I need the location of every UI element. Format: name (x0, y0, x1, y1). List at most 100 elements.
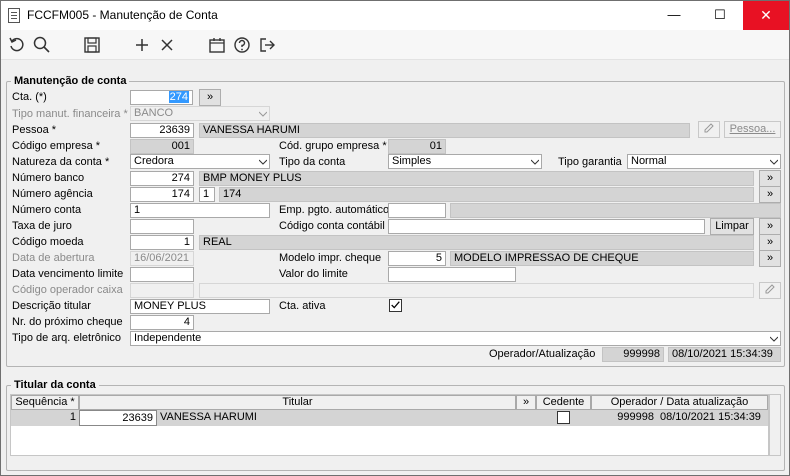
venc-label: Data vencimento limite (12, 268, 124, 280)
agencia-code-field[interactable]: 174 (130, 187, 194, 202)
pessoa-button[interactable]: Pessoa... (724, 121, 781, 138)
cod-contabil-field[interactable] (388, 219, 705, 234)
agencia-lookup-button[interactable]: » (759, 186, 781, 203)
taxa-label: Taxa de juro (12, 220, 72, 232)
descricao-label: Descrição titular (12, 300, 91, 312)
chevron-down-icon (770, 159, 778, 165)
search-icon[interactable] (32, 35, 52, 55)
row-data: 08/10/2021 15:34:39 (657, 410, 768, 426)
row-sequencia[interactable]: 1 (11, 410, 79, 426)
calendar-icon[interactable] (207, 35, 227, 55)
emp-pgto-field[interactable] (388, 203, 446, 218)
abertura-field: 16/06/2021 (130, 251, 194, 266)
banco-label: Número banco (12, 172, 85, 184)
cta-ativa-label: Cta. ativa (279, 300, 326, 312)
cta-field[interactable]: 274 (130, 90, 193, 105)
cta-label: Cta. (*) (12, 91, 47, 103)
agencia-name-field: 174 (219, 187, 754, 202)
prox-cheque-field[interactable]: 4 (130, 315, 194, 330)
conta-field[interactable]: 1 (130, 203, 270, 218)
pessoa-name-field: VANESSA HARUMI (199, 123, 690, 138)
tipo-conta-select[interactable]: Simples (388, 154, 542, 169)
row-cedente-cell (536, 410, 591, 426)
emp-pgto-label: Emp. pgto. automático (279, 204, 390, 216)
moeda-code-field[interactable]: 1 (130, 235, 194, 250)
emp-pgto-name-field (450, 203, 781, 218)
col-titular-lookup[interactable]: » (516, 395, 536, 410)
exit-icon[interactable] (257, 35, 277, 55)
taxa-field[interactable] (130, 219, 194, 234)
help-icon[interactable] (232, 35, 252, 55)
cta-ativa-checkbox[interactable] (389, 299, 402, 312)
moeda-lookup-button[interactable]: » (759, 234, 781, 251)
maximize-button[interactable]: ☐ (697, 1, 743, 30)
row-operador: 999998 (591, 410, 657, 426)
valor-limite-label: Valor do limite (279, 268, 348, 280)
tipo-garantia-label: Tipo garantia (558, 156, 622, 168)
natureza-select[interactable]: Credora (130, 154, 270, 169)
cancel-icon[interactable] (157, 35, 177, 55)
banco-code-field[interactable]: 274 (130, 171, 194, 186)
row-nome[interactable]: VANESSA HARUMI (157, 410, 536, 426)
pessoa-edit-button[interactable] (698, 121, 720, 138)
save-icon[interactable] (82, 35, 102, 55)
row-codigo[interactable]: 23639 (79, 410, 157, 426)
titular-title: Titular da conta (11, 379, 99, 391)
pencil-icon (704, 123, 714, 133)
tipo-arq-select[interactable]: Independente (130, 331, 781, 346)
modelo-label: Modelo impr. cheque (279, 252, 382, 264)
operador-caixa-name-field (199, 283, 754, 298)
title-bar: FCCFM005 - Manutenção de Conta — ☐ ✕ (1, 1, 789, 30)
minimize-button[interactable]: — (651, 1, 697, 30)
tipo-manut-select: BANCO (130, 106, 270, 121)
oper-atual-date: 08/10/2021 15:34:39 (668, 347, 781, 362)
tipo-conta-label: Tipo da conta (279, 156, 346, 168)
oper-atual-user: 999998 (602, 347, 664, 362)
toolbar (1, 30, 789, 60)
chevron-down-icon (259, 111, 267, 117)
conta-label: Número conta (12, 204, 82, 216)
window: FCCFM005 - Manutenção de Conta — ☐ ✕ Man… (0, 0, 790, 476)
descricao-field[interactable]: MONEY PLUS (130, 299, 270, 314)
cod-contabil-label: Código conta contábil (279, 220, 385, 232)
modelo-lookup-button[interactable]: » (759, 250, 781, 267)
banco-lookup-button[interactable]: » (759, 170, 781, 187)
close-button[interactable]: ✕ (743, 1, 789, 30)
cod-grupo-label: Cód. grupo empresa * (279, 140, 387, 152)
manutencao-title: Manutenção de conta (11, 75, 130, 87)
check-icon (391, 301, 400, 309)
col-operador-data[interactable]: Operador / Data atualização (591, 395, 768, 410)
col-cedente[interactable]: Cedente (536, 395, 591, 410)
prox-cheque-label: Nr. do próximo cheque (12, 316, 123, 328)
operador-caixa-label: Código operador caixa (12, 284, 123, 296)
modelo-name-field: MODELO IMPRESSAO DE CHEQUE (450, 251, 754, 266)
natureza-label: Natureza da conta * (12, 156, 110, 168)
pencil-icon (765, 284, 775, 294)
row-cedente-checkbox[interactable] (557, 411, 570, 424)
moeda-name-field: REAL (199, 235, 754, 250)
grid-scrollbar[interactable] (769, 394, 781, 456)
pessoa-code-field[interactable]: 23639 (130, 123, 194, 138)
tipo-manut-label: Tipo manut. financeira * (12, 108, 128, 120)
cta-lookup-button[interactable]: » (199, 89, 221, 106)
operador-caixa-edit-button[interactable] (759, 282, 781, 299)
contabil-lookup-button[interactable]: » (759, 218, 781, 235)
abertura-label: Data de abertura (12, 252, 95, 264)
col-titular[interactable]: Titular (79, 395, 516, 410)
agencia-label: Número agência (12, 188, 93, 200)
agencia-digit-field[interactable]: 1 (199, 187, 215, 202)
col-sequencia[interactable]: Sequência * (11, 395, 79, 410)
refresh-icon[interactable] (7, 35, 27, 55)
chevron-down-icon (770, 336, 778, 342)
tipo-garantia-select[interactable]: Normal (627, 154, 781, 169)
cod-empresa-field: 001 (130, 139, 194, 154)
modelo-code-field[interactable]: 5 (388, 251, 446, 266)
limpar-button[interactable]: Limpar (710, 218, 754, 235)
document-icon (8, 8, 20, 23)
add-icon[interactable] (132, 35, 152, 55)
operador-caixa-field (130, 283, 194, 298)
window-title: FCCFM005 - Manutenção de Conta (27, 8, 218, 22)
valor-limite-field[interactable] (388, 267, 516, 282)
chevron-down-icon (531, 159, 539, 165)
venc-field[interactable] (130, 267, 194, 282)
